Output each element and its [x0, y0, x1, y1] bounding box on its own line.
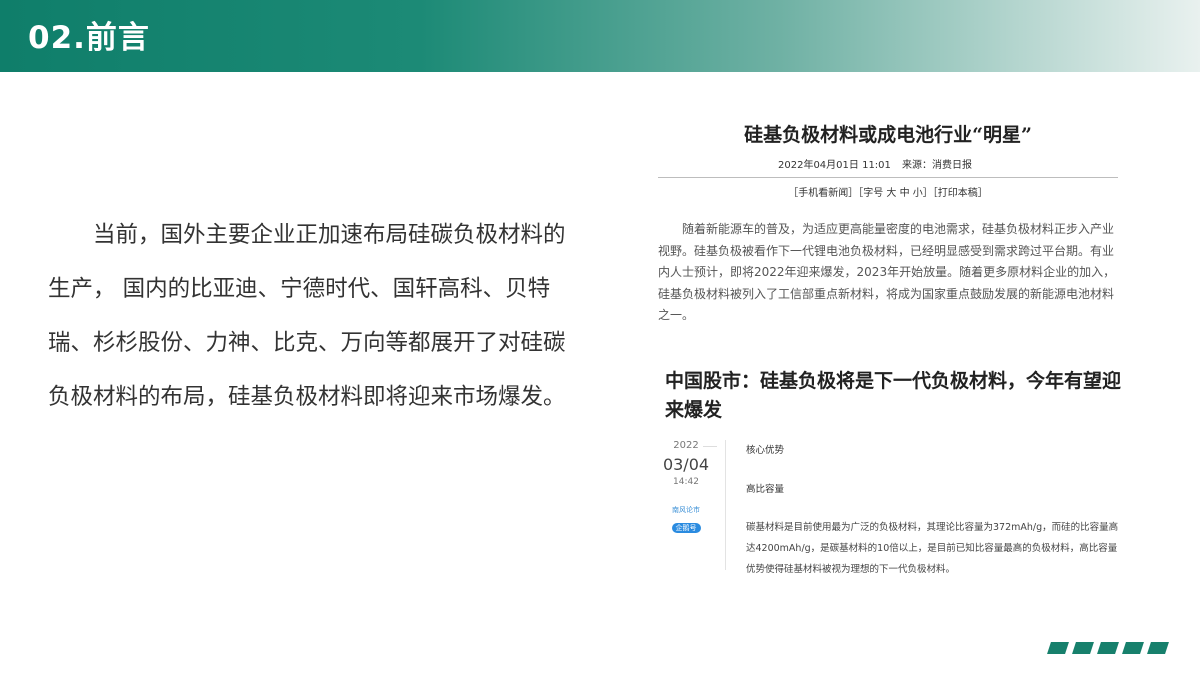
article1-source: 来源：消费日报	[902, 160, 972, 171]
article2-title: 中国股市：硅基负极将是下一代负极材料，今年有望迎来爆发	[665, 370, 1122, 421]
stripe-mark	[1097, 642, 1119, 654]
article1-title: 硅基负极材料或成电池行业“明星”	[744, 124, 1032, 146]
intro-paragraph: 当前，国外主要企业正加速布局硅碳负极材料的生产， 国内的比亚迪、宁德时代、国轩高…	[48, 222, 566, 410]
article1-links[interactable]: ［手机看新闻］［字号 大 中 小］［打印本稿］	[658, 184, 1118, 199]
header-bar	[0, 0, 1200, 72]
stripe-mark	[1147, 642, 1169, 654]
article1-date: 2022年04月01日 11:01	[778, 160, 891, 171]
article2-badge: 企鹅号	[671, 523, 701, 533]
stripe-mark	[1072, 642, 1094, 654]
article2-day: 03/04	[662, 455, 710, 474]
decorative-stripes	[1045, 642, 1185, 656]
article2-divider	[725, 440, 726, 570]
article2-section-core: 核心优势	[746, 445, 785, 456]
article2-time: 14:42	[673, 477, 699, 487]
article1-divider	[658, 177, 1118, 178]
article2-section-capacity: 高比容量	[746, 484, 785, 495]
article2-date-column: 2022 03/04 14:42 南风论市 企鹅号	[662, 440, 710, 534]
article2-source-name[interactable]: 南风论市	[662, 505, 710, 515]
stripe-mark	[1047, 642, 1069, 654]
article2-body: 碳基材料是目前使用最为广泛的负极材料，其理论比容量为372mAh/g，而硅的比容…	[746, 522, 1119, 575]
date-connector	[703, 446, 717, 447]
page-title: 02.前言	[28, 20, 150, 56]
article1-body: 随着新能源车的普及，为适应更高能量密度的电池需求，硅基负极材料正步入产业视野。硅…	[658, 222, 1116, 322]
stripe-mark	[1122, 642, 1144, 654]
